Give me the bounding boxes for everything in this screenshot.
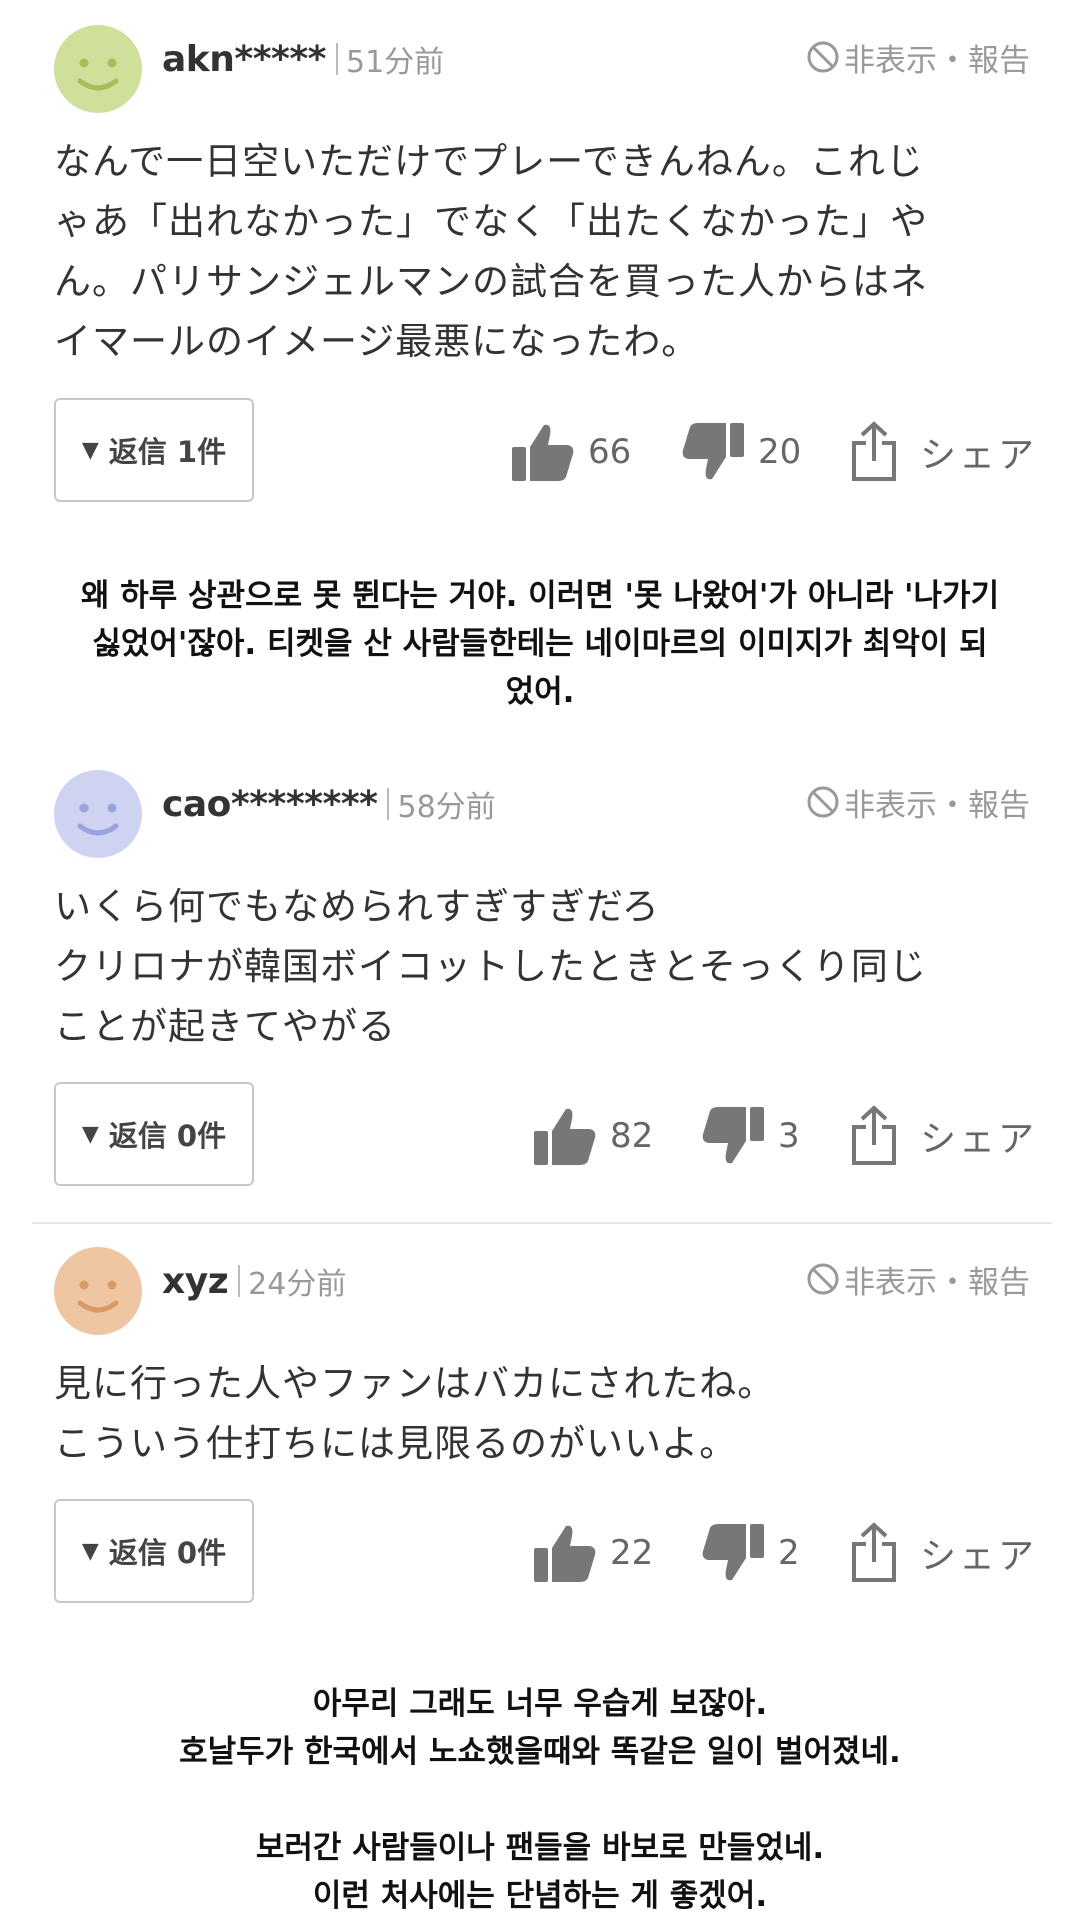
comment-divider (32, 1222, 1052, 1224)
smiley-avatar-icon (54, 25, 142, 113)
comment-body: いくら何でもなめられすぎすぎだろ クリロナが韓国ボイコットしたときとそっくり同じ… (54, 877, 1014, 1057)
like-count: 66 (588, 432, 632, 472)
translation-block: 왜 하루 상관으로 못 뛴다는 거야. 이러면 '못 나왔어'가 아니라 '나가… (0, 572, 1080, 716)
hide-report-label: 非表示・報告 (844, 42, 1030, 79)
translation-line: 었어. (505, 674, 575, 710)
reply-toggle-button[interactable]: ▼ 返信 0件 (54, 1499, 254, 1603)
share-label: シェア (920, 435, 1038, 476)
username[interactable]: cao******** (162, 784, 378, 825)
smiley-avatar-icon (54, 1247, 142, 1335)
caret-down-icon: ▼ (81, 1121, 99, 1147)
share-button[interactable]: シェア (850, 1513, 1037, 1593)
timestamp: 51分前 (346, 45, 445, 80)
reply-toggle-button[interactable]: ▼ 返信 1件 (54, 398, 254, 502)
hide-report-label: 非表示・報告 (844, 787, 1030, 824)
ban-icon (807, 41, 839, 73)
avatar[interactable] (54, 25, 142, 113)
comment-line: ことが起きてやがる (54, 1005, 396, 1048)
dislike-button[interactable]: 3 (700, 1096, 800, 1176)
like-count: 22 (610, 1533, 654, 1573)
thumbs-up-icon (512, 424, 574, 481)
reply-count-label: 返信 1件 (108, 435, 227, 469)
translation-line: 아무리 그래도 너무 우습게 보잖아. (312, 1686, 768, 1722)
like-button[interactable]: 22 (532, 1513, 653, 1593)
comment-line: こういう仕打ちには見限るのがいいよ。 (54, 1422, 738, 1465)
share-icon (852, 421, 896, 481)
username[interactable]: xyz (162, 1261, 229, 1302)
translation-block: 아무리 그래도 너무 우습게 보잖아. 호날두가 한국에서 노쇼했을때와 똑같은… (0, 1680, 1080, 1920)
reply-toggle-button[interactable]: ▼ 返信 0件 (54, 1082, 254, 1186)
comment-line: イマールのイメージ最悪になったわ。 (54, 320, 700, 363)
share-label: シェア (920, 1119, 1038, 1160)
meta-divider (238, 1265, 241, 1297)
translation-line: 싫었어'잖아. 티켓을 산 사람들한테는 네이마르의 이미지가 최악이 되 (92, 626, 988, 662)
thumbs-down-icon (702, 1107, 764, 1164)
translation-line: 호날두가 한국에서 노쇼했을때와 똑같은 일이 벌어졌네. (179, 1734, 901, 1770)
meta-divider (387, 788, 390, 820)
comment-line: ゃあ「出れなかった」でなく「出たくなかった」や (54, 200, 928, 243)
ban-icon (807, 786, 839, 818)
thumbs-up-icon (534, 1108, 596, 1165)
dislike-count: 2 (778, 1533, 800, 1573)
translation-line (0, 1776, 1080, 1824)
share-label: シェア (920, 1536, 1038, 1577)
thumbs-down-icon (702, 1524, 764, 1581)
ban-icon (807, 1263, 839, 1295)
timestamp: 24分前 (248, 1267, 347, 1302)
caret-down-icon: ▼ (81, 1538, 99, 1564)
share-button[interactable]: シェア (850, 1096, 1037, 1176)
comment-line: ん。パリサンジェルマンの試合を買った人からはネ (54, 260, 928, 303)
share-icon (852, 1105, 896, 1165)
comment-line: 見に行った人やファンはバカにされたね。 (54, 1362, 776, 1405)
smiley-avatar-icon (54, 770, 142, 858)
hide-report-button[interactable]: 非表示・報告 (806, 1254, 1030, 1304)
comment-meta: akn***** 51分前 (162, 34, 444, 84)
share-icon (852, 1522, 896, 1582)
timestamp: 58分前 (397, 790, 496, 825)
comment-meta: xyz 24分前 (162, 1256, 346, 1306)
caret-down-icon: ▼ (81, 437, 99, 463)
comment-meta: cao******** 58分前 (162, 779, 496, 829)
translation-line: 보러간 사람들이나 팬들을 바보로 만들었네. (255, 1830, 825, 1866)
dislike-count: 3 (778, 1116, 800, 1156)
comment-line: いくら何でもなめられすぎすぎだろ (54, 885, 660, 928)
thumbs-up-icon (534, 1525, 596, 1582)
like-button[interactable]: 82 (532, 1096, 653, 1176)
avatar[interactable] (54, 1247, 142, 1335)
comment-body: 見に行った人やファンはバカにされたね。 こういう仕打ちには見限るのがいいよ。 (54, 1354, 1014, 1474)
comment-line: クリロナが韓国ボイコットしたときとそっくり同じ (54, 945, 927, 988)
like-button[interactable]: 66 (510, 412, 631, 492)
like-count: 82 (610, 1116, 654, 1156)
avatar[interactable] (54, 770, 142, 858)
reply-count-label: 返信 0件 (108, 1119, 227, 1153)
translation-line: 왜 하루 상관으로 못 뛴다는 거야. 이러면 '못 나왔어'가 아니라 '나가… (80, 578, 1000, 614)
thumbs-down-icon (682, 423, 744, 480)
hide-report-button[interactable]: 非表示・報告 (806, 777, 1030, 827)
hide-report-label: 非表示・報告 (844, 1264, 1030, 1301)
comment-body: なんで一日空いただけでプレーできんねん。これじ ゃあ「出れなかった」でなく「出た… (54, 132, 1014, 372)
share-button[interactable]: シェア (850, 412, 1037, 492)
meta-divider (336, 43, 338, 75)
reply-count-label: 返信 0件 (108, 1536, 227, 1570)
dislike-count: 20 (758, 432, 802, 472)
translation-line: 이런 처사에는 단념하는 게 좋겠어. (312, 1878, 768, 1914)
username[interactable]: akn***** (162, 39, 327, 80)
comment-line: なんで一日空いただけでプレーできんねん。これじ (54, 140, 924, 183)
dislike-button[interactable]: 2 (700, 1513, 800, 1593)
hide-report-button[interactable]: 非表示・報告 (806, 32, 1030, 82)
dislike-button[interactable]: 20 (680, 412, 801, 492)
